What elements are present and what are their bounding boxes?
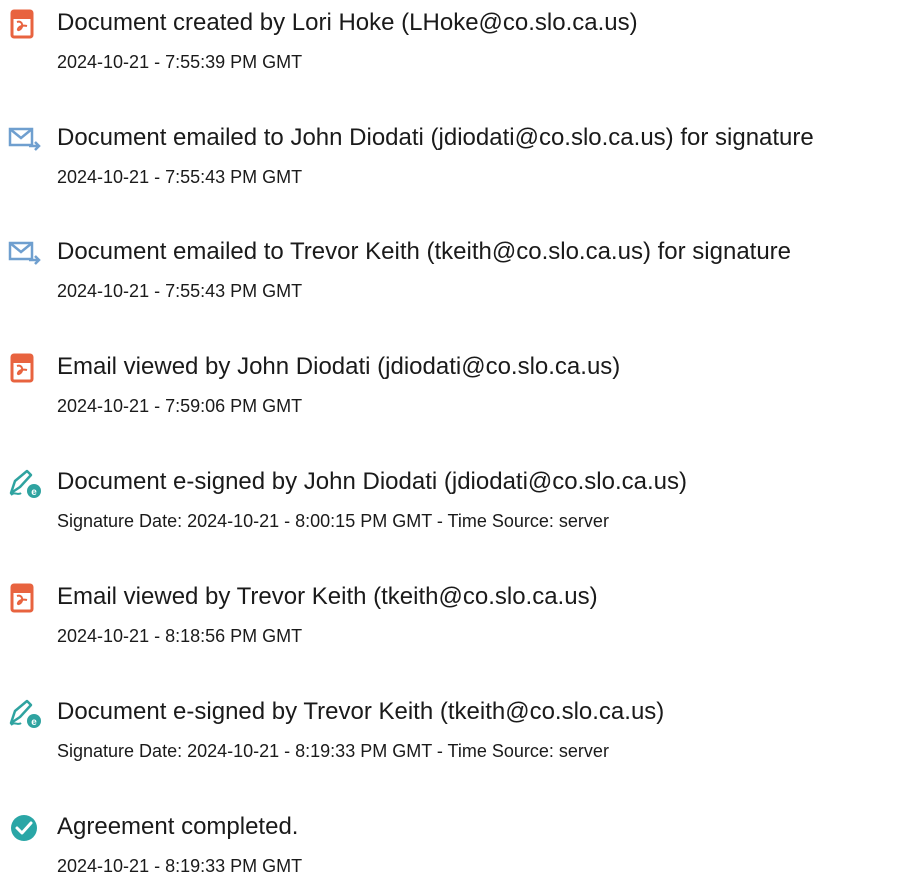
signature-date-label: Signature Date: bbox=[57, 741, 188, 761]
e-signed-icon: e bbox=[7, 697, 43, 729]
event-title: Email viewed by Trevor Keith (tkeith@co.… bbox=[57, 583, 598, 610]
audit-event-agreement-completed: Agreement completed. 2024-10-21 - 8:19:3… bbox=[0, 804, 901, 894]
document-created-icon bbox=[7, 8, 43, 40]
event-title: Document emailed to John Diodati (jdioda… bbox=[57, 124, 814, 151]
signature-date-label: Signature Date: bbox=[57, 511, 188, 531]
audit-event-e-signed: e Document e-signed by Trevor Keith (tke… bbox=[0, 689, 901, 779]
signature-date: 2024-10-21 - 8:00:15 PM GMT bbox=[187, 511, 432, 531]
signature-date: 2024-10-21 - 8:19:33 PM GMT bbox=[187, 741, 432, 761]
event-timestamp: 2024-10-21 - 7:55:39 PM GMT bbox=[57, 52, 303, 72]
e-signed-icon: e bbox=[7, 467, 43, 499]
audit-event-list: Document created by Lori Hoke (LHoke@co.… bbox=[0, 0, 901, 878]
event-timestamp: 2024-10-21 - 7:55:43 PM GMT bbox=[57, 167, 303, 187]
svg-text:e: e bbox=[31, 487, 37, 498]
email-viewed-icon bbox=[7, 352, 43, 384]
event-timestamp: 2024-10-21 - 8:19:33 PM GMT bbox=[57, 856, 303, 876]
event-timestamp: 2024-10-21 - 7:55:43 PM GMT bbox=[57, 281, 303, 301]
event-title: Document e-signed by John Diodati (jdiod… bbox=[57, 468, 688, 495]
time-source-label: Time Source: bbox=[447, 511, 559, 531]
audit-event-email-viewed: Email viewed by John Diodati (jdiodati@c… bbox=[0, 344, 901, 434]
time-source: server bbox=[558, 511, 609, 531]
email-viewed-icon bbox=[7, 582, 43, 614]
signature-line: Signature Date: 2024-10-21 - 8:00:15 PM … bbox=[57, 510, 609, 532]
separator: - bbox=[431, 741, 448, 761]
audit-event-document-created: Document created by Lori Hoke (LHoke@co.… bbox=[0, 0, 901, 90]
event-title: Document emailed to Trevor Keith (tkeith… bbox=[57, 238, 792, 265]
event-timestamp: 2024-10-21 - 8:18:56 PM GMT bbox=[57, 626, 303, 646]
svg-text:e: e bbox=[31, 717, 37, 728]
time-source: server bbox=[558, 741, 609, 761]
event-title: Email viewed by John Diodati (jdiodati@c… bbox=[57, 353, 621, 380]
time-source-label: Time Source: bbox=[447, 741, 559, 761]
audit-event-emailed: Document emailed to John Diodati (jdioda… bbox=[0, 115, 901, 205]
audit-event-emailed: Document emailed to Trevor Keith (tkeith… bbox=[0, 229, 901, 319]
event-timestamp: 2024-10-21 - 7:59:06 PM GMT bbox=[57, 396, 303, 416]
event-title: Document e-signed by Trevor Keith (tkeit… bbox=[57, 698, 665, 725]
separator: - bbox=[431, 511, 448, 531]
audit-event-email-viewed: Email viewed by Trevor Keith (tkeith@co.… bbox=[0, 574, 901, 664]
email-sent-icon bbox=[7, 123, 43, 155]
audit-event-e-signed: e Document e-signed by John Diodati (jdi… bbox=[0, 459, 901, 549]
email-sent-icon bbox=[7, 237, 43, 269]
event-title: Document created by Lori Hoke (LHoke@co.… bbox=[57, 9, 638, 36]
agreement-completed-icon bbox=[7, 812, 43, 844]
event-title: Agreement completed. bbox=[57, 813, 299, 840]
signature-line: Signature Date: 2024-10-21 - 8:19:33 PM … bbox=[57, 740, 609, 762]
